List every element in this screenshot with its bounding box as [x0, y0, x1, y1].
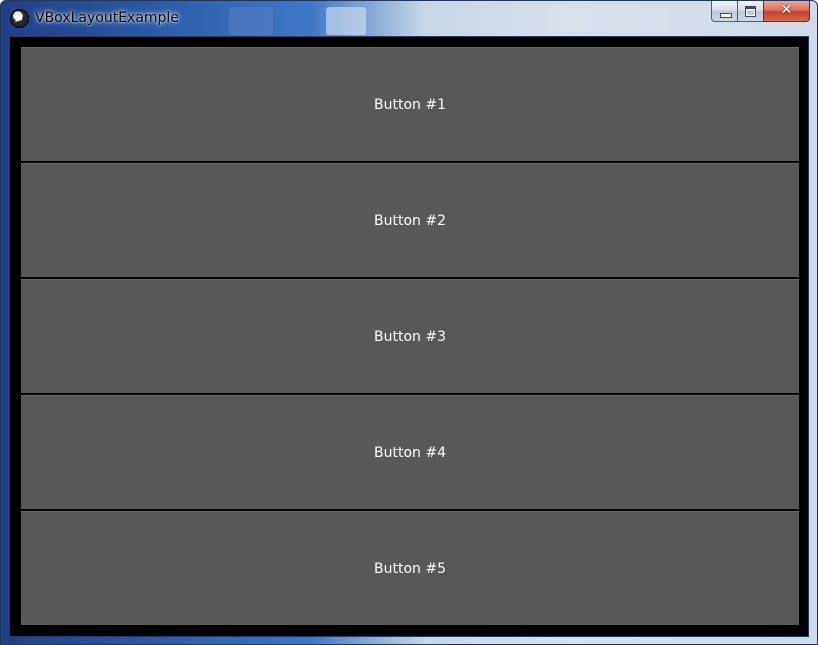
- window-title: VBoxLayoutExample: [35, 10, 179, 26]
- button-4[interactable]: Button #4: [21, 395, 799, 509]
- button-5[interactable]: Button #5: [21, 511, 799, 625]
- title-bar[interactable]: VBoxLayoutExample ✕: [1, 1, 817, 36]
- window-controls: ✕: [711, 1, 810, 23]
- button-3[interactable]: Button #3: [21, 279, 799, 393]
- maximize-icon[interactable]: [737, 1, 763, 22]
- button-4-label: Button #4: [374, 444, 446, 461]
- app-window: VBoxLayoutExample ✕ Button #1 Button #2 …: [0, 0, 818, 645]
- vbox-layout: Button #1 Button #2 Button #3 Button #4 …: [9, 36, 809, 637]
- button-1-label: Button #1: [374, 96, 446, 113]
- kivy-logo-icon[interactable]: [10, 9, 29, 28]
- close-button[interactable]: ✕: [763, 1, 810, 22]
- button-2-label: Button #2: [374, 212, 446, 229]
- button-5-label: Button #5: [374, 560, 446, 577]
- button-2[interactable]: Button #2: [21, 163, 799, 277]
- button-3-label: Button #3: [374, 328, 446, 345]
- minimize-icon[interactable]: [711, 1, 737, 22]
- button-1[interactable]: Button #1: [21, 47, 799, 161]
- close-icon: ✕: [780, 2, 793, 18]
